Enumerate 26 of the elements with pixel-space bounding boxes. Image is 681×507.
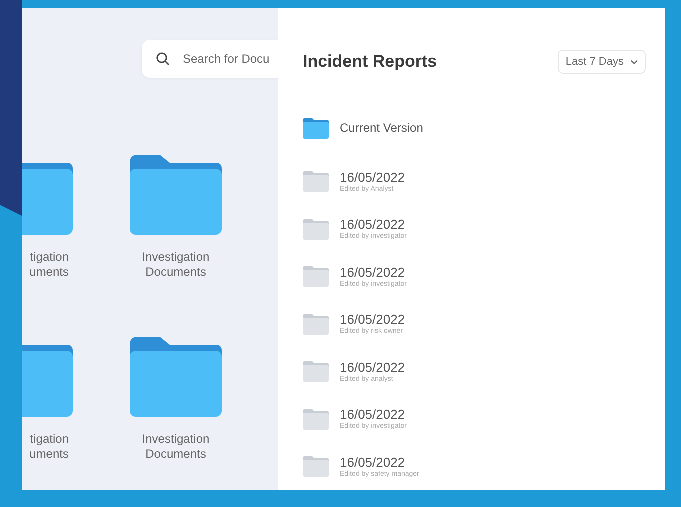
version-date[interactable]: 16/05/2022 <box>340 170 406 185</box>
folder-icon[interactable] <box>303 361 329 382</box>
folder-icon[interactable] <box>303 218 329 240</box>
version-date[interactable]: 16/05/2022 <box>340 360 406 375</box>
version-date[interactable]: 16/05/2022 <box>340 454 420 470</box>
folder-icon[interactable] <box>303 314 329 335</box>
folder-icon[interactable] <box>130 335 222 417</box>
folder-icon[interactable] <box>303 266 329 288</box>
folder-label: Investigation Documents <box>142 250 210 280</box>
folder-label: Investigation Documents <box>142 432 210 462</box>
folder-label: tigation uments <box>30 432 70 462</box>
version-date[interactable]: 16/05/2022 <box>340 312 406 328</box>
panel-title: Incident Reports <box>303 52 438 72</box>
folder-icon[interactable] <box>130 153 222 235</box>
folder-icon[interactable] <box>303 171 329 192</box>
folder-icon[interactable] <box>303 118 329 139</box>
folder-icon[interactable] <box>303 408 329 430</box>
caret-icon <box>631 60 638 64</box>
version-date[interactable]: 16/05/2022 <box>340 407 407 422</box>
version-label[interactable]: Current Version <box>340 118 424 139</box>
search-field[interactable]: Search for Docu <box>142 40 278 78</box>
version-date[interactable]: 16/05/2022 <box>340 217 407 232</box>
date-filter-dropdown[interactable]: Last 7 Days <box>558 50 646 74</box>
folder-label: tigation uments <box>30 250 70 280</box>
version-date[interactable]: 16/05/2022 <box>340 264 407 280</box>
folder-icon[interactable] <box>303 456 329 478</box>
